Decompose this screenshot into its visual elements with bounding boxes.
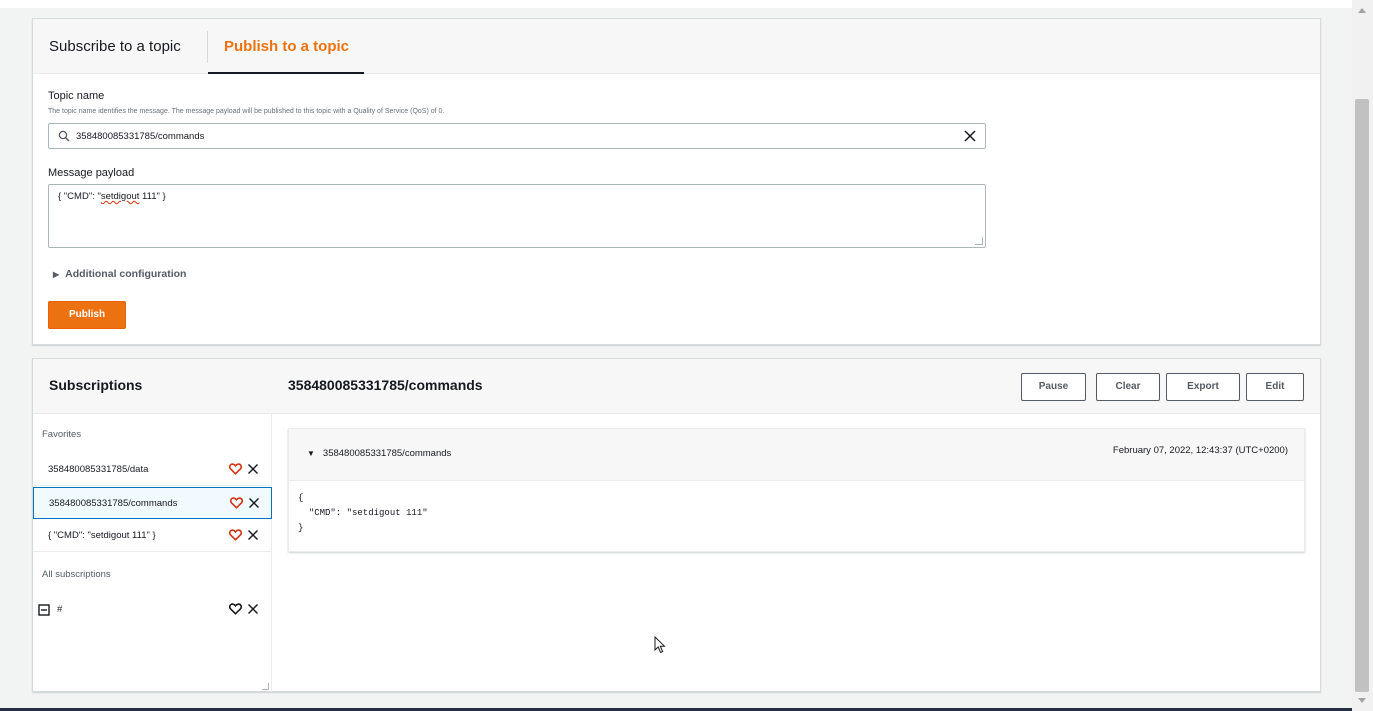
favorites-label: Favorites	[42, 429, 82, 440]
subscriptions-panel: Subscriptions 358480085331785/commands P…	[32, 358, 1321, 692]
clear-button[interactable]: Clear	[1096, 373, 1160, 401]
message-card-header[interactable]: ▼ 358480085331785/commands February 07, 2…	[289, 429, 1304, 481]
tab-publish[interactable]: Publish to a topic	[208, 19, 364, 74]
close-icon[interactable]	[247, 529, 259, 541]
close-icon[interactable]	[963, 129, 977, 143]
message-body-line: "CMD": "setdigout 111"	[298, 508, 428, 518]
additional-configuration-label: Additional configuration	[65, 268, 187, 280]
topic-name-input[interactable]	[76, 126, 956, 146]
message-card: ▼ 358480085331785/commands February 07, 2…	[288, 428, 1305, 552]
favorite-item-name: { "CMD": "setdigout 111" }	[48, 530, 156, 541]
search-icon	[58, 130, 70, 142]
selected-topic-title: 358480085331785/commands	[288, 377, 483, 393]
tab-subscribe[interactable]: Subscribe to a topic	[49, 19, 209, 74]
resize-handle[interactable]	[262, 683, 269, 690]
edit-button[interactable]: Edit	[1246, 373, 1304, 401]
favorite-item[interactable]: 358480085331785/data	[33, 454, 272, 486]
message-payload-textarea[interactable]: { "CMD": "setdigout 111" }	[48, 184, 986, 248]
all-subscriptions-label: All subscriptions	[42, 569, 111, 580]
minus-square-icon[interactable]	[38, 604, 50, 616]
heart-icon[interactable]	[229, 603, 242, 615]
payload-text-end: 111" }	[139, 191, 166, 202]
top-strip	[0, 0, 1373, 8]
export-button[interactable]: Export	[1166, 373, 1240, 401]
topic-name-label: Topic name	[48, 90, 105, 102]
favorite-item[interactable]: 358480085331785/commands	[33, 487, 272, 519]
close-icon[interactable]	[247, 463, 259, 475]
pause-button[interactable]: Pause	[1021, 373, 1086, 401]
message-payload-label: Message payload	[48, 167, 135, 179]
page-scrollbar[interactable]	[1352, 0, 1373, 711]
message-topic-text: 358480085331785/commands	[322, 448, 452, 459]
message-body: { "CMD": "setdigout 111"}	[298, 491, 428, 536]
topic-name-description: The topic name identifies the message. T…	[48, 108, 445, 115]
publish-button[interactable]: Publish	[48, 301, 126, 329]
favorite-item[interactable]: { "CMD": "setdigout 111" }	[33, 520, 272, 552]
scroll-down-icon[interactable]	[1358, 698, 1366, 703]
resize-handle[interactable]	[975, 237, 983, 245]
heart-icon[interactable]	[229, 529, 242, 541]
favorite-item-name: 358480085331785/commands	[49, 498, 178, 509]
message-timestamp: February 07, 2022, 12:43:37 (UTC+0200)	[1112, 445, 1288, 456]
subscriptions-title: Subscriptions	[49, 377, 143, 393]
heart-icon[interactable]	[230, 497, 243, 509]
publish-panel: Subscribe to a topic Publish to a topic …	[32, 18, 1321, 345]
subscription-item[interactable]: #	[33, 594, 272, 626]
scrollbar-thumb[interactable]	[1355, 99, 1369, 692]
topic-name-field	[48, 123, 986, 149]
message-body-line: }	[298, 523, 304, 533]
tab-bar: Subscribe to a topic Publish to a topic	[33, 19, 1320, 74]
subscription-item-name: #	[57, 604, 63, 615]
message-body-line: {	[298, 493, 304, 503]
mouse-pointer-icon	[654, 636, 666, 654]
message-topic: ▼ 358480085331785/commands	[307, 448, 451, 459]
favorite-item-name: 358480085331785/data	[48, 464, 149, 475]
close-icon[interactable]	[248, 497, 260, 509]
additional-configuration-toggle[interactable]: ▶ Additional configuration	[53, 268, 186, 280]
scroll-up-icon[interactable]	[1358, 8, 1366, 13]
heart-icon[interactable]	[229, 463, 242, 475]
subscriptions-header: Subscriptions 358480085331785/commands P…	[33, 359, 1320, 414]
payload-text-start: { "CMD": "	[58, 191, 101, 202]
caret-down-icon[interactable]: ▼	[307, 449, 315, 458]
payload-misspelled-word: setdigout	[100, 191, 140, 202]
close-icon[interactable]	[247, 603, 259, 615]
caret-right-icon: ▶	[53, 270, 60, 279]
subscriptions-sidebar: Favorites 358480085331785/data 358480085…	[33, 414, 272, 692]
